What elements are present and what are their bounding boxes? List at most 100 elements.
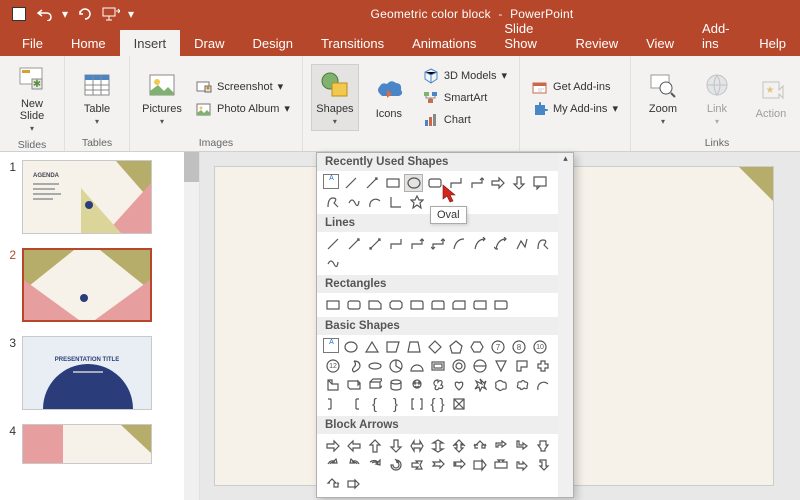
shape-rectangle[interactable] xyxy=(383,174,402,192)
tab-draw[interactable]: Draw xyxy=(180,30,238,56)
shape-item[interactable] xyxy=(446,338,465,356)
shape-item[interactable] xyxy=(323,395,342,413)
shape-item[interactable] xyxy=(365,437,384,455)
shape-item[interactable] xyxy=(470,296,489,314)
shape-oval[interactable] xyxy=(404,174,423,192)
shape-item[interactable] xyxy=(491,437,510,455)
tab-review[interactable]: Review xyxy=(561,30,632,56)
shape-item[interactable] xyxy=(449,235,468,253)
start-slideshow-button[interactable] xyxy=(100,3,122,25)
shape-item[interactable] xyxy=(470,456,489,474)
slide-thumbnail[interactable]: AGENDA xyxy=(22,160,152,234)
shape-item[interactable]: } xyxy=(386,395,405,413)
tab-file[interactable]: File xyxy=(8,30,57,56)
shapes-panel-scrollbar[interactable]: ▴ xyxy=(558,153,573,497)
shape-arrow-down[interactable] xyxy=(509,174,528,192)
tab-insert[interactable]: Insert xyxy=(120,30,181,56)
shape-item[interactable] xyxy=(407,437,426,455)
shape-item[interactable]: 10 xyxy=(530,338,549,356)
shape-item[interactable] xyxy=(386,357,405,375)
shape-item[interactable] xyxy=(533,357,552,375)
shape-item[interactable] xyxy=(470,376,489,394)
slide-thumbnail-selected[interactable] xyxy=(22,248,152,322)
shape-item[interactable] xyxy=(386,376,405,394)
shape-item[interactable] xyxy=(428,456,447,474)
shape-item[interactable]: 7 xyxy=(488,338,507,356)
my-addins-button[interactable]: My Add-ins ▾ xyxy=(528,99,622,119)
shape-item[interactable] xyxy=(386,456,405,474)
shape-item[interactable]: A xyxy=(323,338,339,353)
tab-view[interactable]: View xyxy=(632,30,688,56)
shape-item[interactable] xyxy=(365,376,384,394)
shape-item[interactable] xyxy=(512,357,531,375)
tab-home[interactable]: Home xyxy=(57,30,120,56)
thumbnail-row[interactable]: 2 xyxy=(4,248,195,322)
thumbnail-row[interactable]: 1 AGENDA xyxy=(4,160,195,234)
table-button[interactable]: Table ▾ xyxy=(73,65,121,130)
shape-textbox[interactable]: A xyxy=(323,174,339,189)
shape-item[interactable] xyxy=(449,456,468,474)
save-button[interactable] xyxy=(8,3,30,25)
shape-item[interactable] xyxy=(449,395,468,413)
shapes-button[interactable]: Shapes ▾ xyxy=(311,64,359,131)
shape-item[interactable] xyxy=(344,376,363,394)
shape-item[interactable] xyxy=(407,357,426,375)
zoom-button[interactable]: Zoom ▾ xyxy=(639,65,687,130)
thumbnail-row[interactable]: 4 xyxy=(4,424,195,464)
shape-item[interactable] xyxy=(533,456,552,474)
shape-item[interactable] xyxy=(323,235,342,253)
pictures-button[interactable]: Pictures ▾ xyxy=(138,65,186,130)
shape-item[interactable] xyxy=(407,456,426,474)
action-button[interactable]: ★ Action xyxy=(747,70,795,124)
start-slideshow-dropdown[interactable]: ▾ xyxy=(126,3,136,25)
new-slide-button[interactable]: ✱ New Slide ▾ xyxy=(8,60,56,137)
shape-item[interactable] xyxy=(386,296,405,314)
shape-item[interactable] xyxy=(365,235,384,253)
tab-add-ins[interactable]: Add-ins xyxy=(688,15,745,56)
shape-item[interactable] xyxy=(470,357,489,375)
shape-item[interactable] xyxy=(386,235,405,253)
shape-item[interactable] xyxy=(470,437,489,455)
shape-item[interactable] xyxy=(425,338,444,356)
link-button[interactable]: Link ▾ xyxy=(693,65,741,130)
shape-item[interactable]: 12 xyxy=(323,357,342,375)
shape-item[interactable] xyxy=(407,296,426,314)
shape-item[interactable] xyxy=(491,357,510,375)
redo-button[interactable] xyxy=(74,3,96,25)
shape-item[interactable] xyxy=(470,235,489,253)
shape-item[interactable] xyxy=(533,376,552,394)
shape-item[interactable] xyxy=(362,338,381,356)
shape-item[interactable] xyxy=(512,456,531,474)
thumbnail-row[interactable]: 3 PRESENTATION TITLE xyxy=(4,336,195,410)
shape-item[interactable]: { xyxy=(365,395,384,413)
tab-animations[interactable]: Animations xyxy=(398,30,490,56)
get-addins-button[interactable]: Get Add-ins xyxy=(528,77,622,97)
shape-item[interactable] xyxy=(404,338,423,356)
shape-arrow-right[interactable] xyxy=(488,174,507,192)
icons-button[interactable]: Icons xyxy=(365,70,413,124)
undo-dropdown[interactable]: ▾ xyxy=(60,3,70,25)
shape-item[interactable] xyxy=(341,338,360,356)
chart-button[interactable]: Chart xyxy=(419,110,511,130)
shape-item[interactable] xyxy=(386,437,405,455)
shape-item[interactable] xyxy=(449,296,468,314)
shape-item[interactable] xyxy=(428,376,447,394)
shape-arc[interactable] xyxy=(365,193,384,211)
undo-button[interactable] xyxy=(34,3,56,25)
shape-connector-arrow[interactable] xyxy=(467,174,486,192)
shape-item[interactable] xyxy=(344,456,363,474)
shape-item[interactable] xyxy=(344,395,363,413)
shape-freeform[interactable] xyxy=(323,193,342,211)
tab-slide-show[interactable]: Slide Show xyxy=(490,15,561,56)
thumbnails-scrollbar[interactable] xyxy=(184,152,199,500)
shape-item[interactable] xyxy=(323,437,342,455)
tab-transitions[interactable]: Transitions xyxy=(307,30,398,56)
shape-item[interactable]: { } xyxy=(428,395,447,413)
shape-item[interactable] xyxy=(533,437,552,455)
shape-item[interactable] xyxy=(533,235,552,253)
shape-line[interactable] xyxy=(341,174,360,192)
shape-l[interactable] xyxy=(386,193,405,211)
shape-item[interactable] xyxy=(512,235,531,253)
shape-item[interactable] xyxy=(323,254,342,272)
shape-scribble[interactable] xyxy=(344,193,363,211)
